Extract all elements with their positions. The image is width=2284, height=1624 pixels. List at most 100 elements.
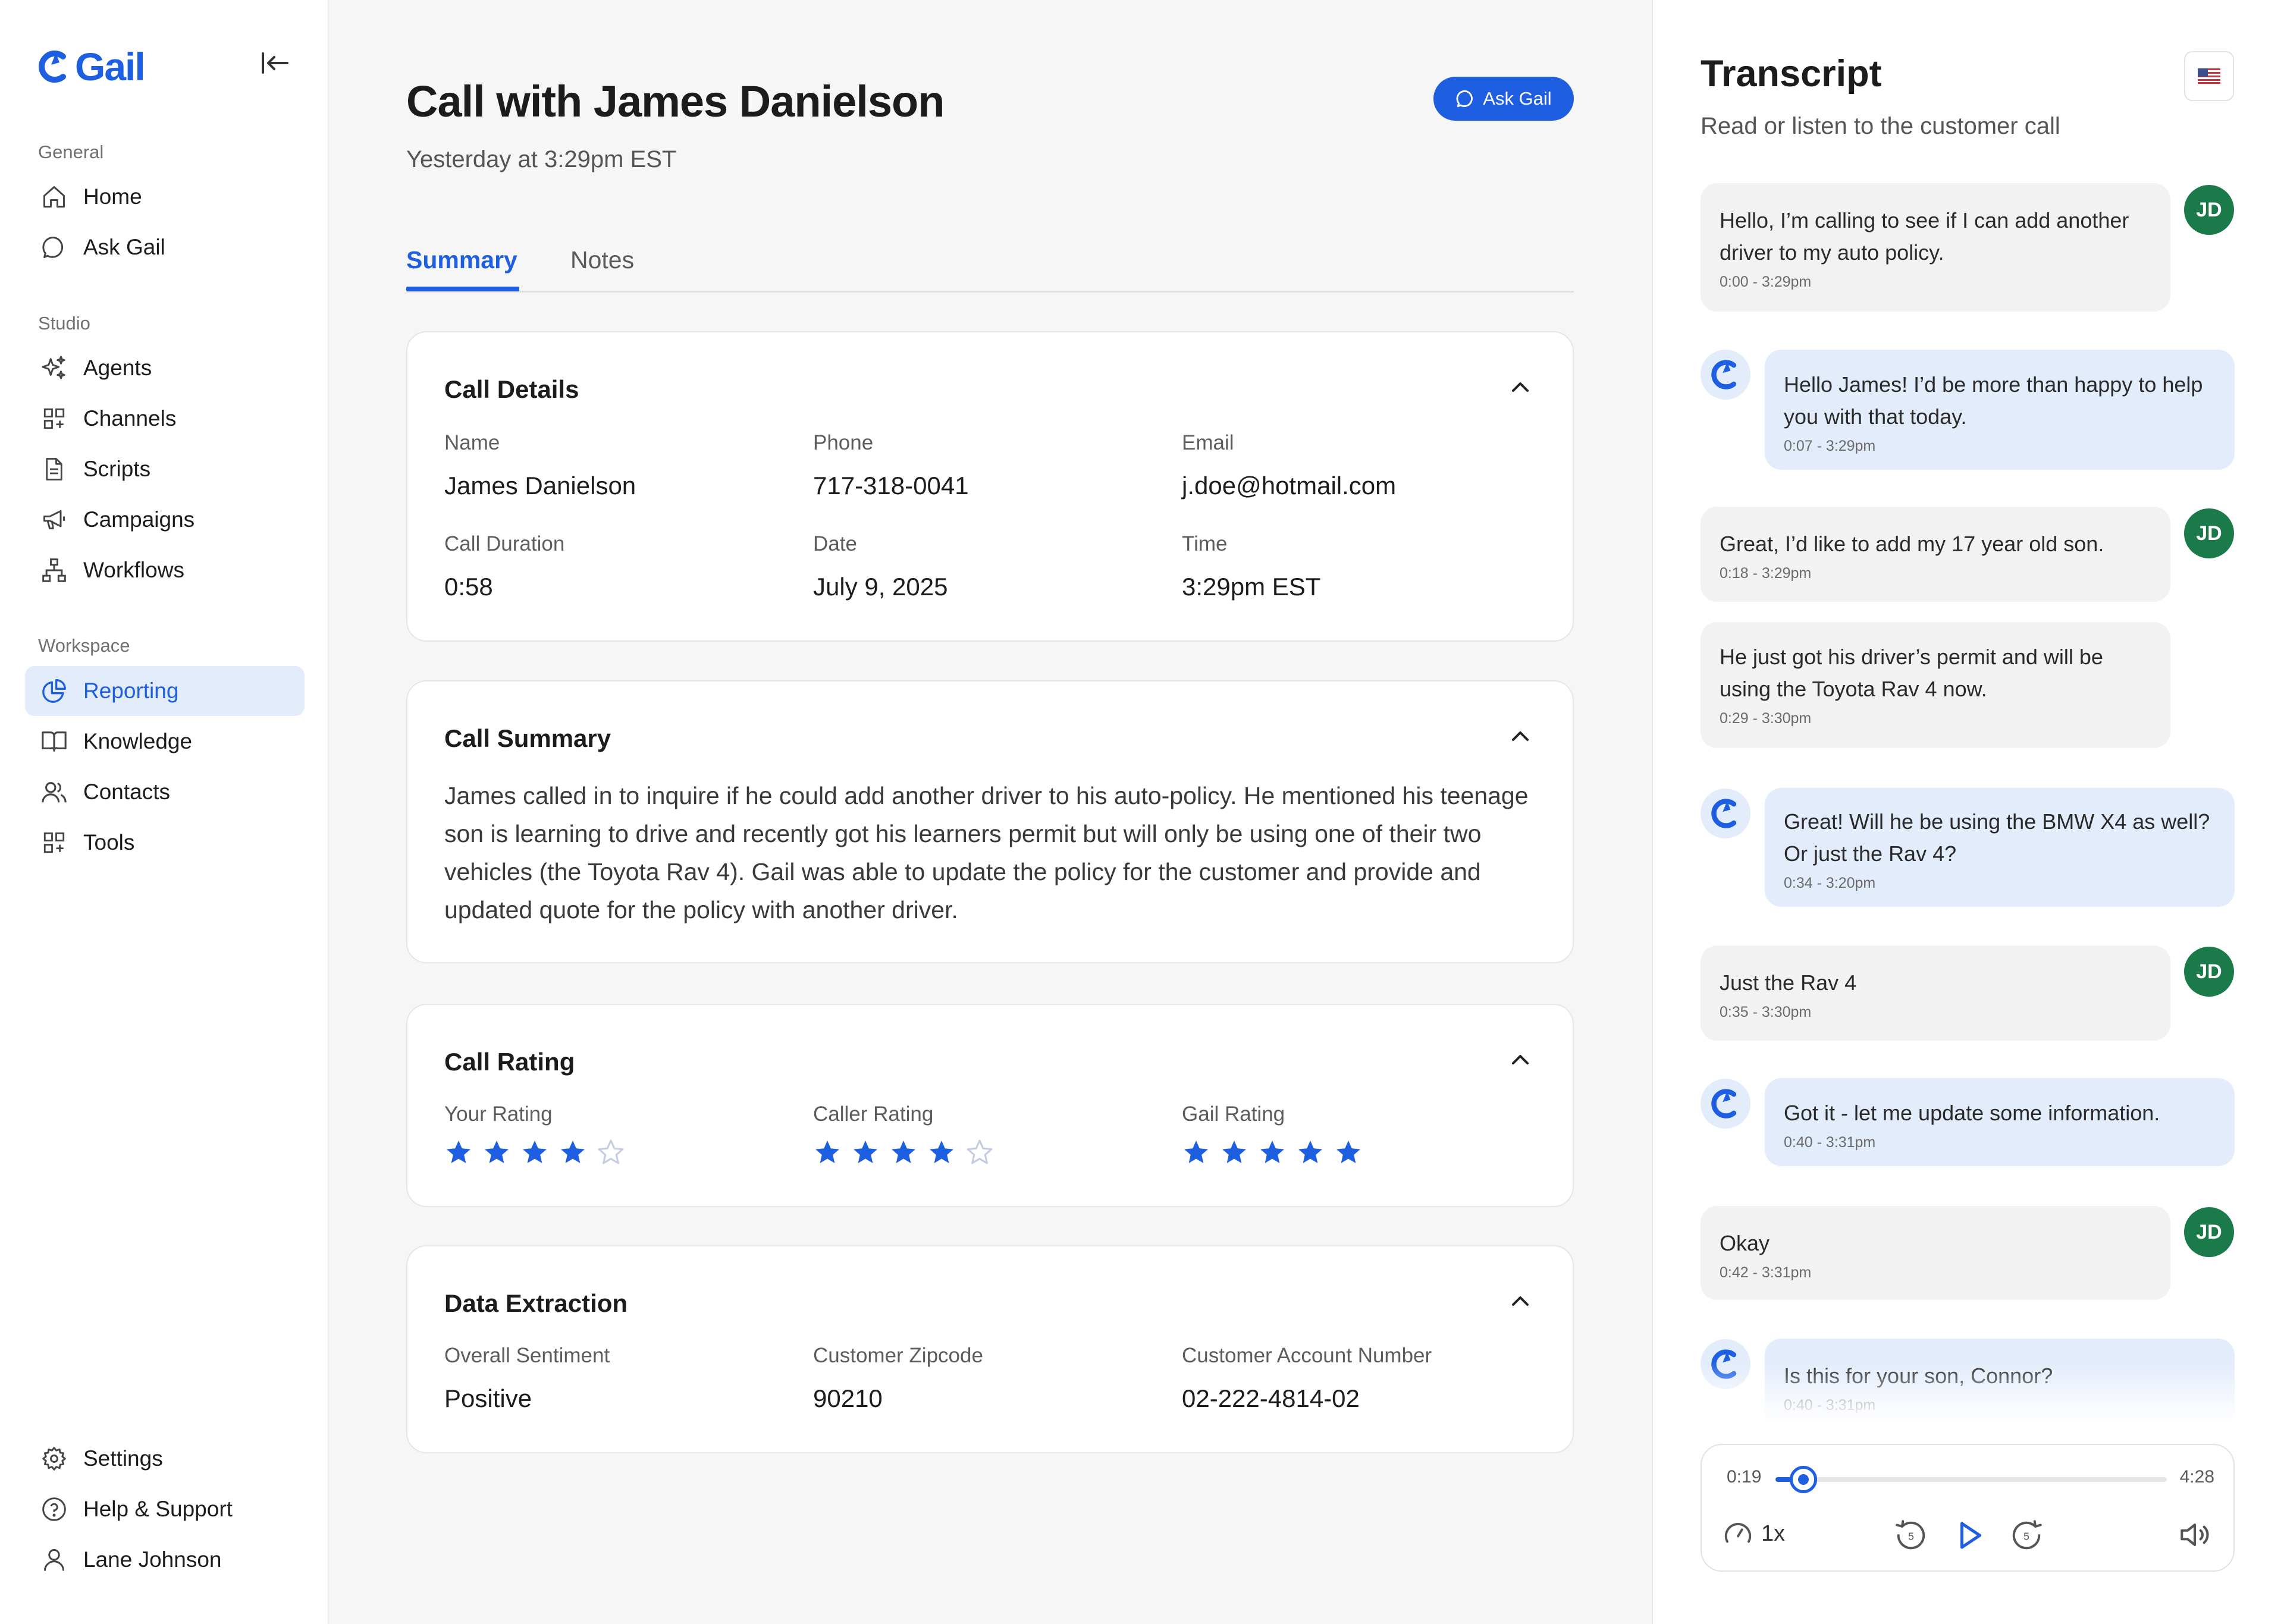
field-value: 717-318-0041 [813,472,969,500]
progress-thumb[interactable] [1789,1466,1817,1493]
play-button[interactable] [1952,1518,1987,1553]
chevron-up-icon [1512,731,1529,741]
sidebar-item-home[interactable]: Home [25,172,305,222]
message-time: 0:42 - 3:31pm [1720,1264,1812,1281]
forward-button[interactable]: 5 [2009,1518,2044,1553]
collapse-call-summary-button[interactable] [1506,722,1535,750]
data-extraction-card: Data Extraction Overall Sentiment Positi… [406,1245,1574,1453]
rewind-5-icon: 5 [1896,1520,1925,1550]
star-filled-icon[interactable] [444,1138,473,1167]
chat-bubble-icon [38,231,70,263]
transcript-subtitle: Read or listen to the customer call [1701,113,2060,139]
field-overall-sentiment: Overall Sentiment Positive [444,1344,610,1413]
field-email: Email j.doe@hotmail.com [1182,431,1396,500]
transcript-title: Transcript [1701,53,1882,95]
sidebar-item-label: Campaigns [83,507,195,532]
gear-icon [38,1443,70,1475]
page-subtitle: Yesterday at 3:29pm EST [406,146,677,172]
call-rating-card: Call Rating Your Rating Caller Rating Ga… [406,1004,1574,1207]
collapse-call-rating-button[interactable] [1506,1045,1535,1074]
gail-logo-icon [39,51,66,83]
star-filled-icon[interactable] [520,1138,549,1167]
rating-your: Your Rating [444,1102,625,1167]
avatar: JD [2184,947,2234,997]
language-button[interactable] [2184,51,2234,101]
sidebar-item-reporting[interactable]: Reporting [25,666,305,716]
sidebar-item-label: Ask Gail [83,235,165,259]
sidebar-item-contacts[interactable]: Contacts [25,767,305,817]
star-filled-icon[interactable] [482,1138,511,1167]
sidebar-item-settings[interactable]: Settings [25,1434,305,1484]
users-icon [38,776,70,808]
sidebar-item-ask-gail[interactable]: Ask Gail [25,222,305,272]
star-filled-icon [854,1141,877,1163]
transcript-message-agent: Got it - let me update some information.… [1765,1078,2235,1166]
chevron-up-icon [1512,382,1529,392]
collapse-data-extraction-button[interactable] [1506,1287,1535,1315]
field-value: j.doe@hotmail.com [1182,472,1397,500]
sidebar-item-channels[interactable]: Channels [25,394,305,444]
star-filled-icon [1298,1141,1322,1163]
field-label: Caller Rating [813,1102,934,1126]
section-label-general: General [38,142,104,162]
card-title: Data Extraction [444,1289,628,1317]
workflow-icon [38,554,70,586]
sidebar-item-profile[interactable]: Lane Johnson [25,1535,305,1585]
tab-summary[interactable]: Summary [406,246,517,274]
grid-plus-icon [38,827,70,859]
field-value: 02-222-4814-02 [1182,1384,1360,1412]
book-icon [38,725,70,758]
field-customer-account-number: Customer Account Number 02-222-4814-02 [1182,1344,1432,1413]
sidebar-item-tools[interactable]: Tools [25,818,305,868]
field-phone: Phone 717-318-0041 [813,431,969,500]
gail-logo[interactable]: Gail [37,44,146,89]
field-label: Name [444,431,500,454]
message-time: 0:29 - 3:30pm [1720,710,1812,727]
sidebar-item-label: Channels [83,406,177,431]
collapse-call-details-button[interactable] [1506,373,1535,401]
message-text: Got it - let me update some information. [1784,1101,2160,1125]
sidebar-item-scripts[interactable]: Scripts [25,444,305,494]
chevron-up-icon [1512,1055,1529,1064]
message-time: 0:40 - 3:31pm [1784,1134,1876,1151]
call-details-card: Call Details Name James Danielson Phone … [406,331,1574,642]
rating-caller: Caller Rating [813,1102,994,1167]
field-call-duration: Call Duration 0:58 [444,532,564,601]
transcript-message-agent: Great! Will he be using the BMW X4 as we… [1765,788,2235,907]
message-time: 0:34 - 3:20pm [1784,875,1876,891]
progress-track[interactable] [1775,1466,2167,1493]
message-time: 0:35 - 3:30pm [1720,1004,1812,1020]
sidebar-item-label: Tools [83,830,135,855]
rewind-button[interactable]: 5 [1893,1518,1929,1553]
message-text: Hello, I’m calling to see if I can add a… [1720,208,2129,265]
document-icon [38,453,70,485]
sidebar-item-knowledge[interactable]: Knowledge [25,717,305,767]
active-tab-indicator [406,287,519,291]
playback-speed-button[interactable]: 1x [1722,1518,1785,1550]
sidebar-item-campaigns[interactable]: Campaigns [25,495,305,545]
sidebar-item-agents[interactable]: Agents [25,343,305,393]
star-empty-icon[interactable] [597,1138,625,1167]
message-text: Okay [1720,1231,1770,1255]
message-time: 0:00 - 3:29pm [1720,274,1812,290]
main-content: Call with James Danielson Yesterday at 3… [330,0,1652,1624]
ask-gail-button[interactable]: Ask Gail [1433,77,1574,121]
transcript-message-user: Hello, I’m calling to see if I can add a… [1701,183,2170,312]
star-rating[interactable] [444,1138,625,1167]
speedometer-icon [1724,1523,1752,1543]
field-value: 90210 [813,1384,883,1412]
field-date: Date July 9, 2025 [813,532,948,601]
sidebar-item-workflows[interactable]: Workflows [25,545,305,595]
message-text: Great! Will he be using the BMW X4 as we… [1784,809,2210,866]
star-filled-icon[interactable] [559,1138,587,1167]
field-value: Positive [444,1384,532,1412]
chevron-up-icon [1512,1296,1529,1306]
tab-notes[interactable]: Notes [570,246,634,274]
sidebar-item-label: Home [83,184,142,209]
field-value: 3:29pm EST [1182,573,1321,601]
field-label: Gail Rating [1182,1102,1285,1126]
field-name: Name James Danielson [444,431,636,500]
collapse-sidebar-button[interactable] [257,48,293,78]
volume-button[interactable] [2178,1518,2212,1552]
sidebar-item-help[interactable]: Help & Support [25,1484,305,1534]
